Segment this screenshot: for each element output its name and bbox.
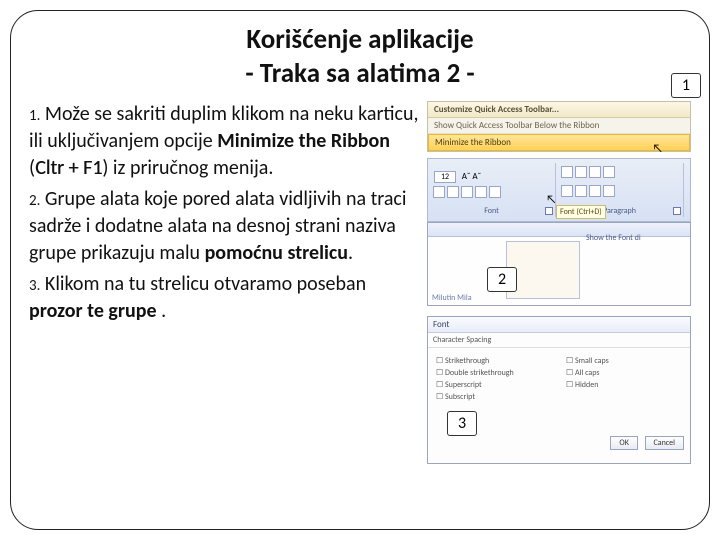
tooltip-preview <box>506 241 580 299</box>
font-dialog-mock: Font Character Spacing Strikethrough Dou… <box>427 316 691 464</box>
list-number-2: 2. <box>29 192 40 210</box>
list-item-1: 1. Može se sakriti duplim klikom na neku… <box>29 101 419 182</box>
callout-1: 1 <box>671 73 701 98</box>
ribbon-chip <box>561 166 573 178</box>
context-menu-header: Customize Quick Access Toolbar... <box>428 102 690 118</box>
ribbon-chip <box>461 186 473 198</box>
tooltip-detail-mock: Show the Font di Milutin Mila <box>427 222 691 306</box>
content-row: 1. Može se sakriti duplim klikom na neku… <box>29 101 691 464</box>
check-item: Superscript <box>436 380 554 390</box>
context-menu-mock: Customize Quick Access Toolbar... Show Q… <box>427 101 691 152</box>
screenshot-column: Customize Quick Access Toolbar... Show Q… <box>427 101 691 464</box>
title-line-2: - Traka sa alatima 2 - <box>245 57 474 90</box>
list-item-3: 3. Klikom na tu strelicu otvaramo poseba… <box>29 271 419 325</box>
list-item-2: 2. Grupe alata koje pored alata vidljivi… <box>29 186 419 267</box>
cursor-icon: ↖ <box>546 193 557 207</box>
li3-part-a: Klikom na tu strelicu otvaramo poseban <box>45 272 366 296</box>
li2-part-c: . <box>348 241 353 265</box>
dialog-launcher-icon <box>673 207 681 215</box>
text-column: 1. Može se sakriti duplim klikom na neku… <box>29 101 419 464</box>
tooltip-author: Milutin Mila <box>432 293 472 303</box>
ribbon-chip <box>575 185 587 197</box>
check-item: Small caps <box>566 356 684 366</box>
ribbon-chip <box>433 186 445 198</box>
ribbon-mock: 12 A˘ A˘ Font Paragraph ↖ Font (Ctrl+D) <box>427 158 691 222</box>
ribbon-chip <box>447 186 459 198</box>
ribbon-chip <box>603 185 615 197</box>
ribbon-chip <box>589 166 601 178</box>
font-dialog-tabs: Character Spacing <box>428 333 690 348</box>
context-menu-row-below: Show Quick Access Toolbar Below the Ribb… <box>428 118 690 134</box>
context-menu-row-minimize: Minimize the Ribbon ↖ <box>428 134 690 151</box>
font-dialog-col-right: Small caps All caps Hidden <box>566 354 684 392</box>
tooltip-text: Show the Font di <box>586 233 688 243</box>
check-item: Double strikethrough <box>436 368 554 378</box>
list-number-1: 1. <box>29 107 40 125</box>
li2-bold-arrow: pomoćnu strelicu <box>205 241 348 265</box>
li1-shortcut: Cltr + F1 <box>35 156 102 180</box>
check-item: Subscript <box>436 392 554 402</box>
tooltip-font: Font (Ctrl+D) <box>556 205 606 219</box>
list-number-3: 3. <box>29 277 40 295</box>
ribbon-group-font: 12 A˘ A˘ Font <box>428 163 556 217</box>
slide-title: Korišćenje aplikacije - Traka sa alatima… <box>69 23 651 91</box>
ribbon-group-font-label: Font <box>428 206 555 216</box>
li3-bold-window: prozor te grupe <box>29 299 157 323</box>
font-dialog-buttons: OK Cancel <box>607 431 684 450</box>
check-item: All caps <box>566 368 684 378</box>
context-menu-minimize-label: Minimize the Ribbon <box>435 137 511 148</box>
ribbon-font-size: 12 <box>434 171 456 183</box>
dialog-launcher-icon <box>545 207 553 215</box>
li1-part-e: ) iz priručnog menija. <box>102 156 273 180</box>
check-item: Hidden <box>566 380 684 390</box>
callout-3: 3 <box>447 411 477 436</box>
ribbon-chip <box>561 185 573 197</box>
font-dialog-col-left: Strikethrough Double strikethrough Super… <box>436 354 554 404</box>
ok-button: OK <box>610 436 637 450</box>
callout-2: 2 <box>487 267 517 292</box>
font-dialog-body: Strikethrough Double strikethrough Super… <box>428 348 690 454</box>
ribbon-chip <box>589 185 601 197</box>
cursor-icon: ↖ <box>652 142 663 156</box>
ribbon-chip <box>575 166 587 178</box>
li1-bold-minimize: Minimize the Ribbon <box>217 129 390 153</box>
ribbon-chip <box>603 166 615 178</box>
ribbon-chip <box>489 186 501 198</box>
slide-frame: Korišćenje aplikacije - Traka sa alatima… <box>10 10 710 530</box>
check-item: Strikethrough <box>436 356 554 366</box>
font-dialog-title: Font <box>428 317 690 333</box>
title-line-1: Korišćenje aplikacije <box>246 23 473 56</box>
li3-part-c: . <box>157 299 167 323</box>
ribbon-chip <box>475 186 487 198</box>
cancel-button: Cancel <box>645 436 685 450</box>
